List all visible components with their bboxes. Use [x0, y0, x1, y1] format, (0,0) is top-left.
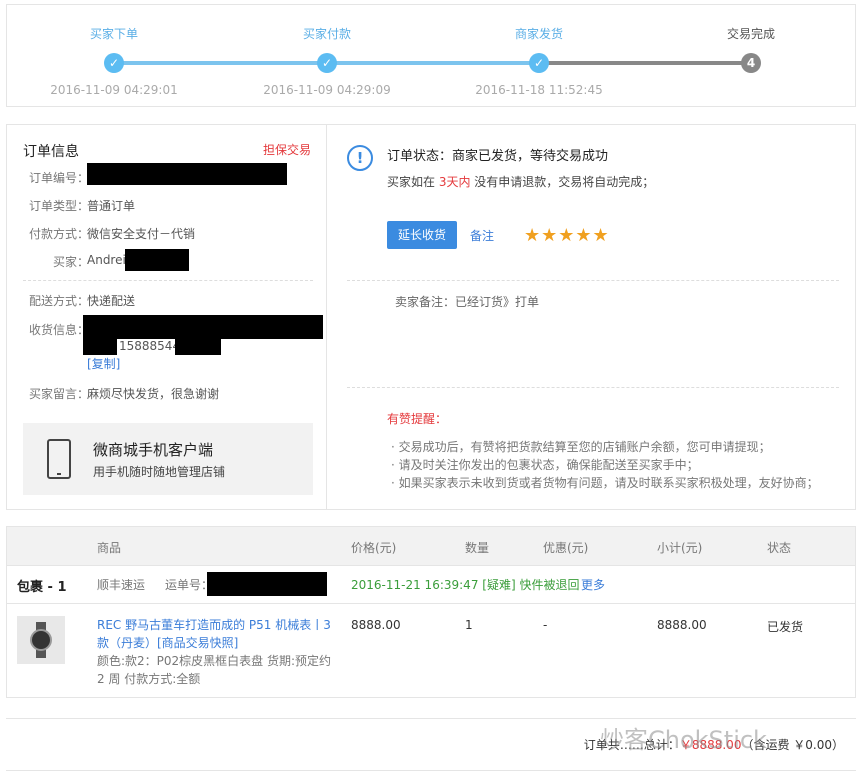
order-type-label: 订单类型： [29, 199, 90, 213]
status-sub-post: 没有申请退款，交易将自动完成； [470, 175, 655, 189]
address-redacted-2 [83, 337, 117, 355]
step-4-label: 交易完成 [726, 27, 775, 41]
product-link[interactable]: REC 野马古董车打造而成的 P51 机械表丨3款（丹麦）[商品交易快照] [97, 616, 337, 652]
divider [347, 387, 839, 388]
divider [23, 280, 313, 281]
col-subtotal: 小计(元) [657, 541, 703, 555]
step-3-time: 2016-11-18 11:52:45 [475, 83, 603, 97]
payment-value: 微信安全支付－代销 [87, 227, 196, 241]
tip-item: · 交易成功后，有赞将把货款结算至您的店铺账户余额，您可申请提现； [391, 440, 771, 454]
step-2-label: 买家付款 [302, 27, 351, 41]
divider [347, 280, 839, 281]
step-2-time: 2016-11-09 04:29:09 [263, 83, 391, 97]
star-rating[interactable]: ★★★★★ [524, 225, 610, 246]
divider [6, 718, 856, 719]
item-price: 8888.00 [351, 618, 401, 632]
copy-address-link[interactable]: [复制] [87, 355, 120, 372]
step-1-check-icon: ✓ [104, 53, 124, 73]
payment-label: 付款方式： [29, 227, 90, 241]
order-no-label: 订单编号： [29, 171, 90, 185]
items-table-header: 商品 价格(元) 数量 优惠(元) 小计(元) 状态 [6, 526, 856, 566]
tips-title: 有赞提醒： [387, 412, 448, 426]
status-sub-pre: 买家如在 [387, 175, 439, 189]
col-discount: 优惠(元) [543, 541, 589, 555]
alert-icon: ! [347, 145, 373, 171]
status-sub-days: 3天内 [438, 175, 471, 189]
item-subtotal: 8888.00 [657, 618, 707, 632]
order-status-title: 订单状态：商家已发货，等待交易成功 [387, 149, 609, 164]
col-qty: 数量 [465, 541, 490, 555]
order-info-column: 订单信息 担保交易 订单编号： 订单类型： 普通订单 付款方式： 微信安全支付－… [7, 125, 327, 509]
order-no-redacted [87, 163, 287, 185]
carrier: 顺丰速运 [97, 578, 146, 592]
col-product: 商品 [97, 541, 122, 555]
address-redacted [83, 315, 323, 339]
buyer-label: 买家： [53, 255, 90, 269]
tracking-redacted [207, 572, 327, 596]
address-label: 收货信息： [29, 323, 90, 337]
buyer-redacted [125, 249, 189, 271]
phone-redacted [175, 337, 221, 355]
seller-note: 卖家备注：已经订货》打单 [395, 295, 540, 309]
tracking-label: 运单号： [165, 578, 214, 592]
delivery-value: 快递配送 [87, 294, 136, 308]
buyer-value: Andrei [87, 253, 126, 267]
watermark: 炒客ChokStick [600, 726, 767, 754]
order-info-panel: 订单信息 担保交易 订单编号： 订单类型： 普通订单 付款方式： 微信安全支付－… [6, 124, 856, 510]
watch-icon [29, 622, 53, 658]
progress-remaining [539, 61, 754, 65]
product-thumbnail[interactable] [17, 616, 65, 664]
more-link[interactable]: 更多 [581, 576, 605, 593]
table-row: REC 野马古董车打造而成的 P51 机械表丨3款（丹麦）[商品交易快照] 颜色… [6, 604, 856, 698]
package-row: 包裹 - 1 顺丰速运 运单号： 2016-11-21 16:39:47 [疑难… [6, 566, 856, 604]
extend-receipt-button[interactable]: 延长收货 [387, 221, 457, 249]
step-4-number: 4 [741, 53, 761, 73]
item-discount: - [543, 618, 548, 632]
message-value: 麻烦尽快发货，很急谢谢 [87, 387, 220, 401]
step-3-check-icon: ✓ [529, 53, 549, 73]
app-title: 微商城手机客户端 [93, 441, 214, 459]
order-info-title: 订单信息 [23, 144, 79, 160]
product-attrs: 颜色:款2：P02棕皮黑框白表盘 货期:预定约2 周 付款方式:全额 [97, 654, 332, 686]
step-2-check-icon: ✓ [317, 53, 337, 73]
note-link[interactable]: 备注 [470, 227, 494, 244]
tracking-status: 2016-11-21 16:39:47 [疑难] 快件被退回 [351, 578, 580, 592]
mobile-app-promo[interactable]: 微商城手机客户端 用手机随时随地管理店铺 [23, 423, 313, 495]
divider [6, 770, 856, 771]
app-subtitle: 用手机随时随地管理店铺 [93, 465, 226, 479]
order-status-sub: 买家如在 3天内 没有申请退款，交易将自动完成； [387, 173, 654, 190]
step-1-time: 2016-11-09 04:29:01 [50, 83, 178, 97]
step-1-label: 买家下单 [89, 27, 138, 41]
item-qty: 1 [465, 618, 473, 632]
order-progress: 买家下单 ✓ 2016-11-09 04:29:01 买家付款 ✓ 2016-1… [6, 4, 856, 107]
package-label: 包裹 - 1 [17, 580, 67, 595]
guarantee-tag: 担保交易 [263, 143, 312, 157]
phone-icon [47, 439, 71, 479]
order-type-value: 普通订单 [87, 199, 136, 213]
item-status: 已发货 [767, 620, 804, 634]
address-phone: 15888544 [119, 339, 181, 353]
col-status: 状态 [767, 541, 792, 555]
delivery-label: 配送方式： [29, 294, 90, 308]
tip-item: · 如果买家表示未收到货或者货物有问题，请及时联系买家积极处理，友好协商； [391, 476, 819, 490]
step-3-label: 商家发货 [514, 27, 563, 41]
message-label: 买家留言： [29, 387, 90, 401]
col-price: 价格(元) [351, 541, 397, 555]
tip-item: · 请及时关注你发出的包裹状态，确保能配送至买家手中； [391, 458, 699, 472]
